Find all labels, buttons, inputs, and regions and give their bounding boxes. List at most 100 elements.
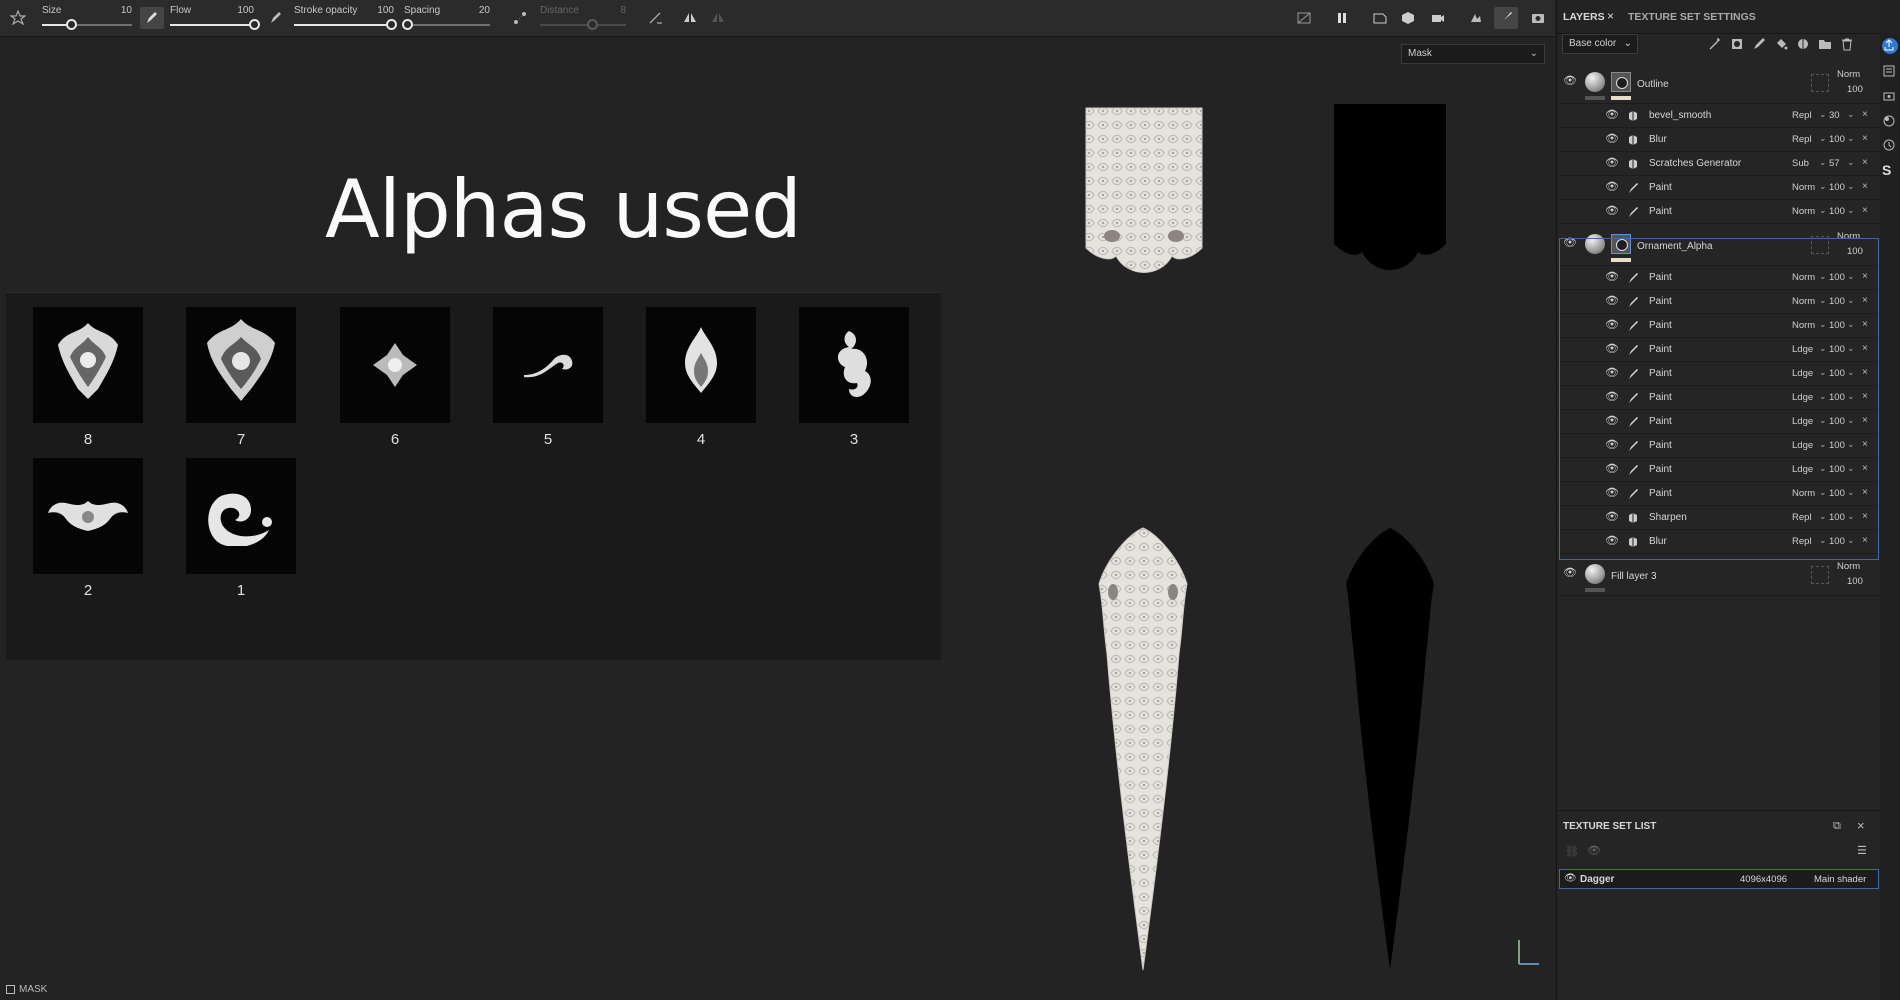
layer-row[interactable]: 👁 Paint Ldge ⌄ 100 ⌄ × — [1557, 410, 1881, 434]
paint-brush-tool-icon[interactable] — [1494, 7, 1518, 29]
substance-source-icon[interactable]: S — [1882, 162, 1898, 178]
visibility-eye-icon[interactable]: 👁 — [1605, 414, 1619, 427]
remove-layer-icon[interactable]: × — [1862, 511, 1868, 522]
blend-mode-select[interactable]: Ldge — [1792, 464, 1813, 475]
stroke-opacity-knob[interactable] — [386, 19, 397, 30]
delete-layer-icon[interactable] — [1838, 35, 1856, 53]
blend-mode-select[interactable]: Ldge — [1792, 416, 1813, 427]
flow-knob[interactable] — [249, 19, 260, 30]
blend-mode-select[interactable]: Norm — [1837, 69, 1860, 80]
blend-mode-select[interactable]: Norm — [1792, 182, 1815, 193]
layer-row[interactable]: 👁 Paint Ldge ⌄ 100 ⌄ × — [1557, 338, 1881, 362]
tab-texture-set-settings[interactable]: TEXTURE SET SETTINGS — [1628, 11, 1756, 23]
blend-mode-select[interactable]: Norm — [1792, 206, 1815, 217]
add-folder-icon[interactable] — [1816, 35, 1834, 53]
spacing-knob[interactable] — [401, 19, 413, 30]
blend-mode-select[interactable]: Sub — [1792, 158, 1809, 169]
layer-row[interactable]: 👁 Paint Norm ⌄ 100 ⌄ × — [1557, 266, 1881, 290]
geometry-mask-slot[interactable] — [1811, 566, 1829, 584]
layer-row[interactable]: 👁 Paint Norm ⌄ 100 ⌄ × — [1557, 482, 1881, 506]
close-icon[interactable]: × — [1857, 818, 1865, 833]
visibility-eye-icon[interactable]: 👁 — [1605, 342, 1619, 355]
3d-viewport[interactable]: Mask ⌄ Alphas used 8 7 6 5 4 3 2 1 MASK — [0, 38, 1555, 1000]
opacity-value[interactable]: 100 — [1829, 512, 1845, 523]
blend-mode-select[interactable]: Repl — [1792, 110, 1812, 121]
blend-mode-select[interactable]: Repl — [1792, 134, 1812, 145]
visibility-eye-icon[interactable]: 👁 — [1605, 390, 1619, 403]
remove-layer-icon[interactable]: × — [1862, 109, 1868, 120]
magic-wand-icon[interactable] — [1706, 35, 1724, 53]
add-fill-layer-icon[interactable] — [1772, 35, 1790, 53]
mask-thumbnail-icon[interactable] — [1611, 234, 1631, 254]
channel-select[interactable]: Base color ⌄ — [1562, 34, 1638, 54]
visibility-eye-icon[interactable]: 👁 — [1605, 204, 1619, 217]
close-icon[interactable]: × — [1607, 9, 1614, 23]
opacity-value[interactable]: 100 — [1829, 296, 1845, 307]
visibility-eye-icon[interactable]: 👁 — [1563, 566, 1577, 579]
opacity-value[interactable]: 100 — [1829, 344, 1845, 355]
display-settings-icon[interactable] — [1882, 90, 1898, 106]
hide-ui-icon[interactable] — [1292, 7, 1316, 29]
remove-layer-icon[interactable]: × — [1862, 295, 1868, 306]
visibility-eye-icon[interactable]: 👁 — [1605, 132, 1619, 145]
blend-mode-select[interactable]: Ldge — [1792, 392, 1813, 403]
3d-view-icon[interactable] — [1396, 7, 1420, 29]
visibility-eye-icon[interactable]: 👁 — [1605, 486, 1619, 499]
blend-mode-select[interactable]: Norm — [1792, 296, 1815, 307]
remove-layer-icon[interactable]: × — [1862, 463, 1868, 474]
opacity-value[interactable]: 30 — [1829, 110, 1840, 121]
visibility-eye-icon[interactable]: 👁 — [1563, 74, 1577, 87]
opacity-value[interactable]: 100 — [1847, 576, 1863, 587]
opacity-value[interactable]: 100 — [1829, 536, 1845, 547]
spacing-slider[interactable]: Spacing 20 — [401, 4, 490, 32]
opacity-value[interactable]: 100 — [1829, 440, 1845, 451]
visibility-eye-icon[interactable]: 👁 — [1605, 156, 1619, 169]
size-knob[interactable] — [65, 19, 77, 30]
visibility-eye-icon[interactable]: 👁 — [1563, 236, 1577, 249]
visibility-eye-icon[interactable]: 👁 — [1605, 366, 1619, 379]
layer-row[interactable]: 👁 Paint Norm ⌄ 100 ⌄ × — [1557, 290, 1881, 314]
opacity-value[interactable]: 100 — [1829, 320, 1845, 331]
opacity-value[interactable]: 100 — [1847, 84, 1863, 95]
geometry-mask-slot[interactable] — [1811, 74, 1829, 92]
visibility-eye-icon[interactable]: 👁 — [1605, 438, 1619, 451]
2d-view-icon[interactable] — [1368, 7, 1392, 29]
opacity-value[interactable]: 100 — [1829, 206, 1845, 217]
remove-layer-icon[interactable]: × — [1862, 133, 1868, 144]
opacity-value[interactable]: 57 — [1829, 158, 1840, 169]
link-icon[interactable]: ⛓ — [1565, 845, 1579, 858]
properties-icon[interactable] — [1882, 64, 1898, 80]
float-panel-icon[interactable]: ⧉ — [1833, 820, 1841, 833]
remove-layer-icon[interactable]: × — [1862, 439, 1868, 450]
remove-layer-icon[interactable]: × — [1862, 487, 1868, 498]
layer-row[interactable]: 👁 Scratches Generator Sub ⌄ 57 ⌄ × — [1557, 152, 1881, 176]
remove-layer-icon[interactable]: × — [1862, 181, 1868, 192]
layer-group-outline[interactable]: 👁 Outline Norm 100 — [1557, 62, 1881, 104]
remove-layer-icon[interactable]: × — [1862, 535, 1868, 546]
mask-thumbnail-icon[interactable] — [1611, 72, 1631, 92]
remove-layer-icon[interactable]: × — [1862, 367, 1868, 378]
layer-fill-layer-3[interactable]: 👁 Fill layer 3 Norm 100 — [1557, 554, 1881, 596]
camera-video-icon[interactable] — [1426, 7, 1450, 29]
remove-layer-icon[interactable]: × — [1862, 319, 1868, 330]
opacity-value[interactable]: 100 — [1829, 392, 1845, 403]
blend-mode-select[interactable]: Ldge — [1792, 440, 1813, 451]
opacity-value[interactable]: 100 — [1829, 488, 1845, 499]
layer-row[interactable]: 👁 Blur Repl ⌄ 100 ⌄ × — [1557, 128, 1881, 152]
layer-group-ornament-alpha[interactable]: 👁 Ornament_Alpha Norm 100 — [1557, 224, 1881, 266]
visibility-eye-icon[interactable]: 👁 — [1605, 510, 1619, 523]
layer-row[interactable]: 👁 Paint Ldge ⌄ 100 ⌄ × — [1557, 386, 1881, 410]
add-paint-layer-icon[interactable] — [1750, 35, 1768, 53]
add-effect-icon[interactable] — [1794, 35, 1812, 53]
remove-layer-icon[interactable]: × — [1862, 391, 1868, 402]
line-tool-icon[interactable] — [644, 7, 668, 29]
pause-icon[interactable] — [1330, 7, 1354, 29]
distance-knob[interactable] — [586, 19, 598, 30]
blend-mode-select[interactable]: Norm — [1837, 561, 1860, 572]
layer-row[interactable]: 👁 bevel_smooth Repl ⌄ 30 ⌄ × — [1557, 104, 1881, 128]
layer-row[interactable]: 👁 Paint Ldge ⌄ 100 ⌄ × — [1557, 362, 1881, 386]
flow-slider[interactable]: Flow 100 — [170, 4, 260, 32]
visibility-eye-icon[interactable]: 👁 — [1605, 318, 1619, 331]
visibility-eye-icon[interactable]: 👁 — [1605, 462, 1619, 475]
lazy-mouse-icon[interactable] — [508, 7, 532, 29]
